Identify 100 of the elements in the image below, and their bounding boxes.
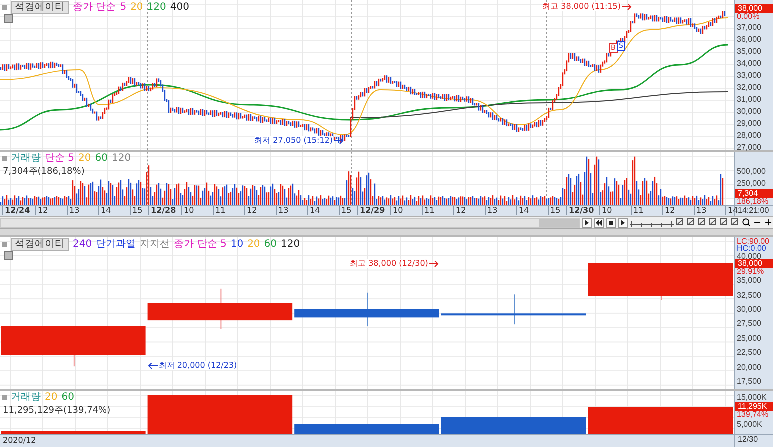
hour-label: 15 <box>130 206 143 215</box>
stock-name-button[interactable]: 석경에이티 <box>11 238 69 251</box>
candlestick-group <box>80 91 100 121</box>
hour-label: 15 <box>338 206 352 215</box>
current-volume-tag: 7,304 <box>735 189 773 198</box>
axis-tick-label: 36,000 <box>737 35 762 44</box>
volume-reading: 11,295,129주(139,74%) <box>3 405 111 417</box>
legend-label: 400 <box>170 2 190 13</box>
chart-tool-icon[interactable] <box>709 218 718 227</box>
legend-label: 60 <box>264 239 278 250</box>
scrollbar[interactable] <box>0 218 580 228</box>
hour-label: 13 <box>694 206 707 215</box>
current-volume-tag: 11,295K <box>735 402 773 411</box>
legend-label: 단순 5 <box>45 153 75 164</box>
legend-label: 20 <box>130 2 144 13</box>
axis-tick-label: 250,000 <box>737 179 766 188</box>
legend-bullet-icon <box>2 242 7 247</box>
legend-label: 120 <box>147 2 166 13</box>
legend-label: 거래량 <box>11 392 41 403</box>
legend-label: 거래량 <box>11 153 41 164</box>
axis-tick-label: 29,000 <box>737 119 762 128</box>
arrow-icon <box>334 138 344 144</box>
axis-tick-label: 27,500 <box>737 319 762 328</box>
hour-label: 10 <box>181 206 194 215</box>
hour-label: 11 <box>630 206 644 215</box>
hour-label: 10 <box>599 206 612 215</box>
hour-label: 11 <box>422 206 435 215</box>
legend-label: 종가 단순 <box>73 2 116 13</box>
change-percent: 29.91% <box>737 267 764 276</box>
axis-tick-label: 500,000 <box>737 167 766 176</box>
date-label: 12/28 <box>148 206 176 215</box>
legend-label: 단기과열 <box>96 239 136 250</box>
hour-label: 14 <box>307 206 320 215</box>
axis-tick-label: 28,000 <box>737 131 762 140</box>
date-label: 12/24 <box>2 206 30 215</box>
legend-label: 120 <box>112 153 132 164</box>
axis-tick-label: 25,000 <box>737 334 762 343</box>
rewind-icon[interactable] <box>594 218 604 228</box>
change-percent: 186,18% <box>737 197 769 206</box>
hour-label: 14 <box>516 206 530 215</box>
legend-label: 120 <box>281 239 300 250</box>
change-percent: 139,74% <box>737 410 769 419</box>
legend-label: 20 <box>248 239 260 250</box>
high-price-annotation: 최고 38,000 (12/30) <box>350 259 428 268</box>
arrow-icon <box>429 260 440 266</box>
axis-tick-label: 35,000 <box>737 47 762 56</box>
panel-toggle-button[interactable] <box>4 251 13 260</box>
chart-tool-icon[interactable] <box>687 218 696 227</box>
axis-tick-label: 32,000 <box>737 83 762 92</box>
arrow-icon <box>622 4 632 10</box>
axis-tick-label: 5,000K <box>737 420 762 429</box>
play-icon[interactable] <box>618 218 628 228</box>
panel-toggle-button[interactable] <box>4 14 13 23</box>
high-price-annotation: 최고 38,000 (11:15) <box>542 2 621 11</box>
current-price-tag: 38,000 <box>735 259 773 268</box>
legend-bullet-icon <box>2 5 7 10</box>
volume-reading: 7,304주(186,18%) <box>3 166 85 178</box>
chart-tool-icon[interactable] <box>698 218 707 227</box>
axis-tick-label: 31,000 <box>737 95 762 104</box>
stop-icon[interactable] <box>606 218 616 228</box>
low-price-annotation: 최저 20,000 (12/23) <box>158 361 238 370</box>
hour-label: 12 <box>662 206 676 215</box>
chart-tool-icon[interactable] <box>720 218 729 227</box>
axis-tick-label: 17,500 <box>737 377 762 386</box>
axis-tick-label: 30,000 <box>737 305 762 314</box>
legend-label: 5 <box>120 2 127 13</box>
legend-label: 종가 단순 5 <box>174 239 227 250</box>
hour-label: 15 <box>548 206 561 215</box>
zoom-scale-drawing[interactable] <box>630 218 674 226</box>
axis-tick-label: 20,000 <box>737 362 762 372</box>
axis-tick-label: 27,000 <box>737 143 762 152</box>
legend-label: 60 <box>62 392 74 403</box>
hour-label: 13 <box>66 206 80 215</box>
legend-label: 10 <box>230 239 244 250</box>
axis-tick-label: 22,500 <box>737 348 762 358</box>
legend-label: 240 <box>73 239 92 250</box>
date-label: 12/29 <box>357 206 386 215</box>
lc-label: LC:90.00 <box>737 237 770 246</box>
legend-label: 20 <box>45 392 58 403</box>
zoom-in-icon[interactable] <box>764 218 773 227</box>
chart-tool-icon[interactable] <box>676 218 685 227</box>
play-icon[interactable] <box>582 218 592 228</box>
date-label: 12/30 <box>734 435 773 447</box>
date-label: 12/30 <box>566 206 594 215</box>
search-icon[interactable] <box>742 218 751 227</box>
axis-tick-label: 35,000 <box>737 276 762 286</box>
legend-label: 지지선 <box>140 239 170 250</box>
hc-label: HC:0.00 <box>737 244 766 253</box>
axis-tick-label: 32,500 <box>737 290 762 300</box>
axis-tick-label: 37,000 <box>737 23 762 32</box>
axis-tick-label: 40,000 <box>737 252 762 261</box>
hour-label: 11 <box>212 206 226 215</box>
stock-name-button[interactable]: 석경에이티 <box>11 1 69 14</box>
scrollbar-thumb[interactable] <box>539 218 579 226</box>
legend-bullet-icon <box>2 395 7 400</box>
chart-tool-icon[interactable] <box>731 218 740 227</box>
candlestick-group <box>200 109 220 118</box>
current-price-tag: 38,000 <box>735 4 773 13</box>
hour-label: 12 <box>35 206 48 215</box>
change-percent: 0.00% <box>737 12 760 21</box>
